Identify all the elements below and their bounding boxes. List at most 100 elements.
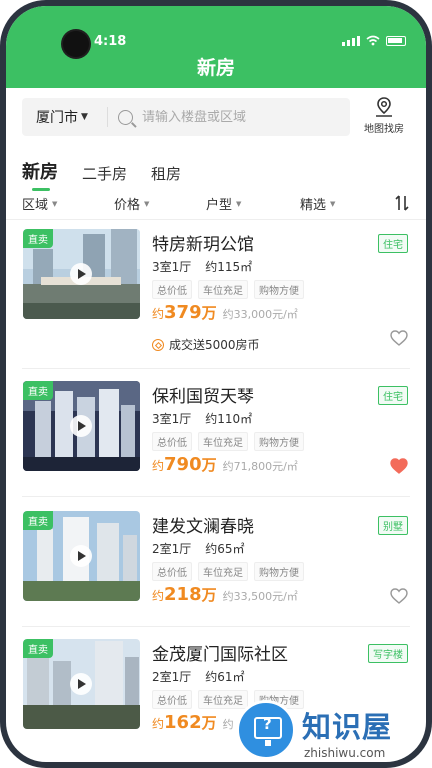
price-row: 约379万 约33,000元/㎡ <box>152 302 298 323</box>
filter-area-label: 区域 <box>22 198 49 213</box>
play-video-icon[interactable] <box>70 545 92 567</box>
status-icons <box>342 35 406 46</box>
search-icon <box>118 109 133 125</box>
map-search-button[interactable]: 地图找房 <box>360 96 408 135</box>
category-tabs: 新房 二手房 租房 <box>22 150 181 191</box>
search-input[interactable] <box>142 109 332 125</box>
filter-layout[interactable]: 户型 ▼ <box>206 194 241 213</box>
listing-name: 保利国贸天琴 <box>152 387 254 407</box>
filter-bar: 区域 ▼ 价格 ▼ 户型 ▼ 精选 ▼ <box>6 190 426 220</box>
caret-down-icon: ▼ <box>330 199 336 208</box>
room-layout: 2室1厅 <box>152 670 192 684</box>
app-header: 4:18 新房 <box>6 6 426 88</box>
property-type-tag: 写字楼 <box>368 644 408 663</box>
feature-tags: 总价低 车位充足 购物方便 <box>152 432 304 451</box>
search-row: 厦门市 ▼ 地图找房 <box>6 94 426 144</box>
watermark-logo: ? 知识屋 zhishiwu.com <box>236 700 432 768</box>
promo-row: 成交送5000房币 <box>152 336 260 353</box>
feature-tag: 购物方便 <box>254 562 304 581</box>
listing-spec: 3室1厅 约110㎡ <box>152 410 252 427</box>
price-row: 约162万 约 <box>152 712 234 733</box>
sort-icon[interactable] <box>394 194 410 212</box>
wifi-icon <box>366 35 380 46</box>
listing-photo: 直卖 <box>23 381 140 471</box>
play-video-icon[interactable] <box>70 673 92 695</box>
caret-down-icon: ▼ <box>144 199 150 208</box>
page-title: 新房 <box>196 57 235 79</box>
caret-down-icon: ▼ <box>81 112 88 122</box>
filter-featured[interactable]: 精选 ▼ <box>300 194 335 213</box>
listing-spec: 2室1厅 约61㎡ <box>152 668 245 685</box>
direct-sale-badge: 直卖 <box>23 229 53 248</box>
total-price: 约162万 <box>152 712 217 733</box>
room-layout: 3室1厅 <box>152 260 192 274</box>
feature-tag: 总价低 <box>152 690 192 709</box>
floor-area: 约65㎡ <box>205 542 245 556</box>
coin-icon <box>152 338 164 351</box>
tab-new-house[interactable]: 新房 <box>22 158 58 191</box>
divider <box>22 368 410 369</box>
listing-spec: 3室1厅 约115㎡ <box>152 258 252 275</box>
heart-icon[interactable] <box>390 330 408 346</box>
room-layout: 2室1厅 <box>152 542 192 556</box>
listing-card[interactable]: 直卖 建发文澜春晓 别墅 2室1厅 约65㎡ 总价低 车位充足 购物方便 约21… <box>6 504 426 632</box>
unit-price: 约33,000元/㎡ <box>222 308 298 321</box>
map-pin-icon <box>376 97 392 117</box>
listing-name: 特房新玥公馆 <box>152 235 254 255</box>
room-layout: 3室1厅 <box>152 412 192 426</box>
city-selector[interactable]: 厦门市 ▼ <box>22 107 108 127</box>
tab-rent[interactable]: 租房 <box>151 163 181 184</box>
price-row: 约790万 约71,800元/㎡ <box>152 454 298 475</box>
direct-sale-badge: 直卖 <box>23 639 53 658</box>
floor-area: 约61㎡ <box>205 670 245 684</box>
status-time: 4:18 <box>94 34 127 49</box>
phone-frame: 4:18 新房 厦门市 ▼ 请输入楼盘或区域 地图找房 新房 二手房 租房 区域… <box>0 0 432 768</box>
filter-featured-label: 精选 <box>300 198 327 213</box>
divider <box>22 496 410 497</box>
play-video-icon[interactable] <box>70 415 92 437</box>
listing-card[interactable]: 直卖 保利国贸天琴 住宅 3室1厅 约110㎡ 总价低 车位充足 购物方便 约7… <box>6 374 426 502</box>
feature-tag: 车位充足 <box>198 280 248 299</box>
feature-tag: 总价低 <box>152 432 192 451</box>
price-row: 约218万 约33,500元/㎡ <box>152 584 298 605</box>
total-price: 约379万 <box>152 302 217 323</box>
listing-name: 金茂厦门国际社区 <box>152 645 288 665</box>
filter-price-label: 价格 <box>114 198 141 213</box>
heart-icon[interactable] <box>390 588 408 604</box>
tab-second-hand[interactable]: 二手房 <box>82 163 127 184</box>
filter-price[interactable]: 价格 ▼ <box>114 194 149 213</box>
listing-photo: 直卖 <box>23 511 140 601</box>
city-label: 厦门市 <box>36 110 78 126</box>
floor-area: 约115㎡ <box>205 260 253 274</box>
filter-area[interactable]: 区域 ▼ <box>22 194 57 213</box>
feature-tag: 车位充足 <box>198 562 248 581</box>
direct-sale-badge: 直卖 <box>23 381 53 400</box>
screen: 4:18 新房 厦门市 ▼ 请输入楼盘或区域 地图找房 新房 二手房 租房 区域… <box>6 6 426 762</box>
listing-spec: 2室1厅 约65㎡ <box>152 540 245 557</box>
unit-price: 约71,800元/㎡ <box>222 460 298 473</box>
listing-photo: 直卖 <box>23 229 140 319</box>
search-box: 厦门市 ▼ <box>22 98 350 136</box>
unit-price: 约33,500元/㎡ <box>222 590 298 603</box>
play-video-icon[interactable] <box>70 263 92 285</box>
signal-icon <box>342 35 360 46</box>
feature-tag: 车位充足 <box>198 432 248 451</box>
feature-tags: 总价低 车位充足 购物方便 <box>152 562 304 581</box>
property-type-tag: 住宅 <box>378 234 408 253</box>
total-price: 约790万 <box>152 454 217 475</box>
unit-price: 约 <box>222 718 234 731</box>
heart-filled-icon[interactable] <box>390 458 408 474</box>
caret-down-icon: ▼ <box>236 199 242 208</box>
watermark-monitor-icon: ? <box>236 700 296 760</box>
property-type-tag: 别墅 <box>378 516 408 535</box>
listing-name: 建发文澜春晓 <box>152 517 254 537</box>
feature-tag: 总价低 <box>152 280 192 299</box>
direct-sale-badge: 直卖 <box>23 511 53 530</box>
caret-down-icon: ▼ <box>52 199 58 208</box>
watermark-text: 知识屋 <box>302 710 393 744</box>
filter-layout-label: 户型 <box>206 198 233 213</box>
floor-area: 约110㎡ <box>205 412 253 426</box>
feature-tag: 购物方便 <box>254 432 304 451</box>
listing-card[interactable]: 直卖 特房新玥公馆 住宅 3室1厅 约115㎡ 总价低 车位充足 购物方便 约3… <box>6 222 426 353</box>
feature-tag: 购物方便 <box>254 280 304 299</box>
